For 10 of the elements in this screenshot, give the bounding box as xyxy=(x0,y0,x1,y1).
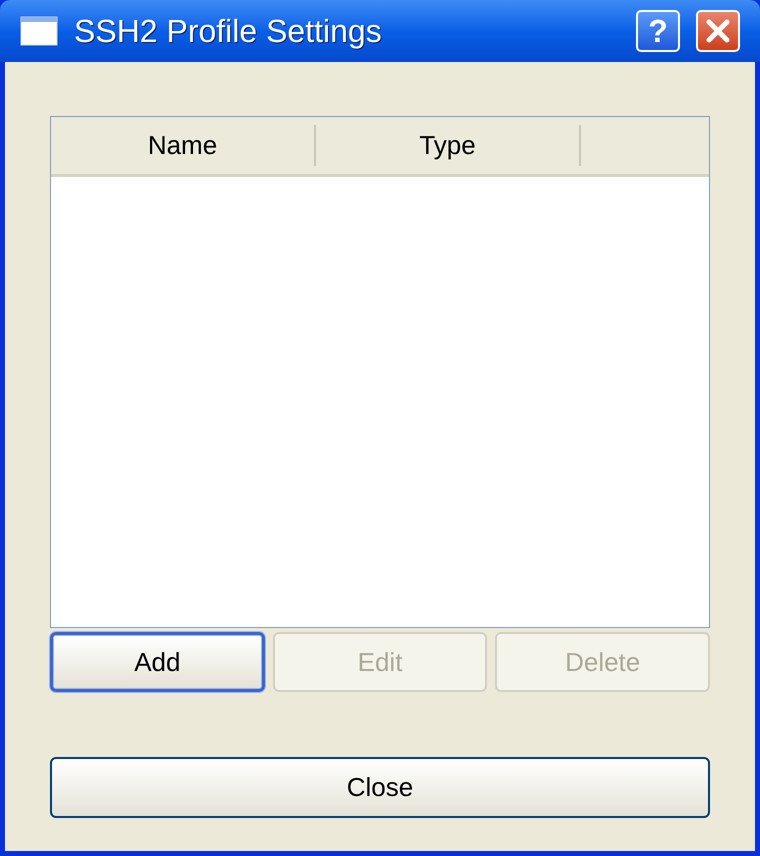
close-dialog-button[interactable]: Close xyxy=(50,757,710,818)
help-button[interactable]: ? xyxy=(636,10,680,52)
close-button[interactable] xyxy=(696,10,740,52)
profile-list[interactable]: Name Type xyxy=(50,116,710,628)
close-icon xyxy=(705,18,731,44)
window-title: SSH2 Profile Settings xyxy=(74,12,383,51)
window-icon xyxy=(20,16,58,46)
column-header[interactable]: Type xyxy=(316,125,581,166)
column-header[interactable]: Name xyxy=(51,125,316,166)
action-button[interactable]: Add xyxy=(50,632,265,692)
